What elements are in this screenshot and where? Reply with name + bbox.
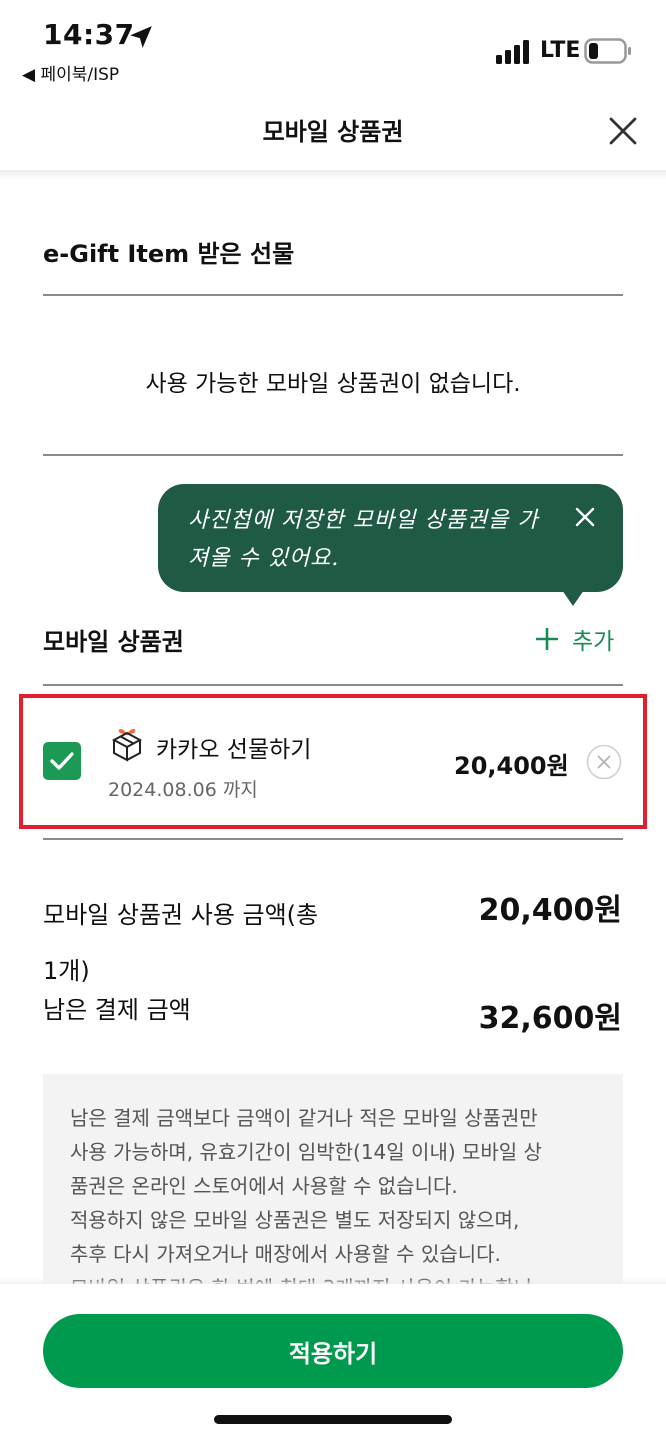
divider [43,838,623,840]
network-type: LTE [540,38,581,63]
coupon-checkbox[interactable] [43,742,81,780]
close-icon[interactable] [606,114,640,148]
coupon-expiry: 2024.08.06 까지 [108,779,258,801]
mobile-gift-section-title: 모바일 상품권 [43,628,184,656]
signal-icon [496,40,529,64]
used-amount-label: 모바일 상품권 사용 금액(총 1개) [43,901,319,985]
remaining-amount-label: 남은 결제 금액 [43,996,191,1024]
add-gift-label: 추가 [572,629,615,655]
coupon-name: 카카오 선물하기 [156,737,312,763]
plus-icon [536,628,558,650]
divider [43,684,623,686]
notice-line: 추후 다시 가져오거나 매장에서 사용할 수 있습니다. [70,1242,501,1266]
notice-line: 품권은 온라인 스토어에서 사용할 수 없습니다. [70,1174,458,1198]
coupon-amount: 20,400원 [454,752,569,780]
remove-coupon-icon[interactable] [586,744,622,780]
status-time: 14:37 [43,18,135,51]
back-to-app-link[interactable]: ◀ 페이북/ISP [22,60,119,85]
checkmark-icon [50,752,74,770]
apply-button[interactable]: 적용하기 [43,1314,623,1388]
tooltip-pointer [562,590,584,606]
battery-icon [584,38,631,64]
gift-box-icon [111,728,143,762]
location-arrow-icon [130,26,152,48]
page-title: 모바일 상품권 [262,118,404,146]
egift-section-title: e-Gift Item 받은 선물 [43,240,295,268]
header-shadow [0,170,666,180]
tooltip-text: 사진첩에 저장한 모바일 상품권을 가져올 수 있어요. [188,508,539,571]
divider [43,294,623,296]
notice-line: 남은 결제 금액보다 금액이 같거나 적은 모바일 상품권만 [70,1106,538,1130]
used-amount-value: 20,400원 [478,893,622,928]
tooltip-close-icon[interactable] [574,506,596,528]
home-indicator [214,1415,452,1424]
add-gift-button[interactable]: 추가 [536,622,614,656]
egift-empty-message: 사용 가능한 모바일 상품권이 없습니다. [145,371,521,397]
remaining-amount-value: 32,600원 [478,1001,622,1036]
notice-line: 사용 가능하며, 유효기간이 임박한(14일 이내) 모바일 상 [70,1140,542,1164]
divider [43,454,623,456]
notice-line: 적용하지 않은 모바일 상품권은 별도 저장되지 않으며, [70,1208,520,1232]
import-tooltip: 사진첩에 저장한 모바일 상품권을 가져올 수 있어요. [158,484,623,592]
